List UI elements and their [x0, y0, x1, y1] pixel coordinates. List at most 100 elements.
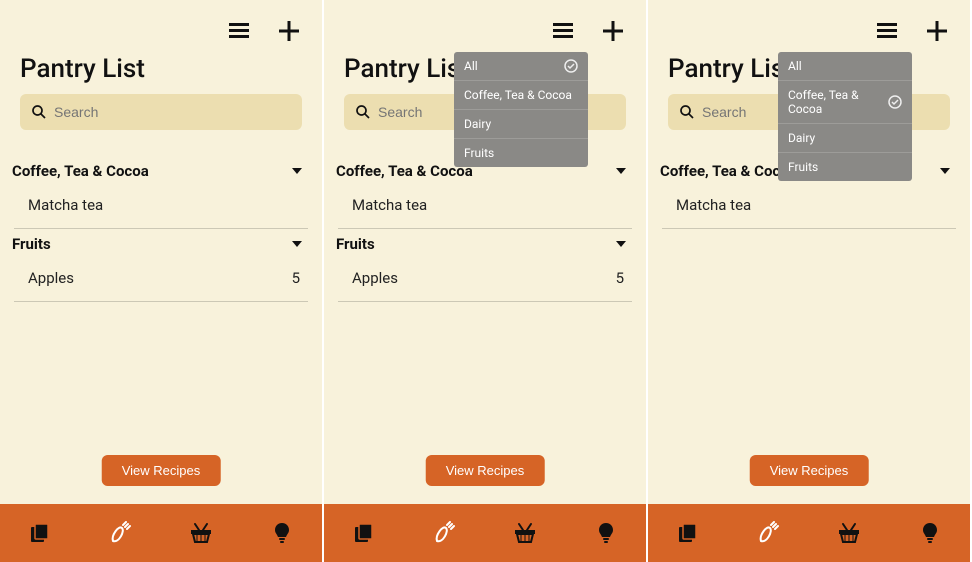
basket-icon: [513, 522, 537, 544]
search-input[interactable]: [54, 104, 290, 120]
add-button[interactable]: [600, 18, 626, 44]
nav-ideas[interactable]: [916, 519, 944, 547]
bottom-nav: [0, 504, 322, 562]
copy-icon: [29, 522, 51, 544]
basket-icon: [837, 522, 861, 544]
categories-list: Coffee, Tea & Cocoa Matcha tea Fruits Ap…: [324, 156, 646, 302]
filter-dropdown: All Coffee, Tea & Cocoa Dairy Fruits: [454, 52, 588, 167]
search-icon: [356, 105, 370, 119]
carrot-icon: [757, 521, 781, 545]
chevron-down-icon: [616, 168, 626, 174]
add-button[interactable]: [924, 18, 950, 44]
filter-option-coffee[interactable]: Coffee, Tea & Cocoa: [778, 81, 912, 124]
item-label: Matcha tea: [676, 196, 751, 214]
carrot-icon: [109, 521, 133, 545]
filter-option-label: Fruits: [464, 146, 494, 160]
nav-ideas[interactable]: [268, 519, 296, 547]
nav-pantry[interactable]: [431, 519, 459, 547]
menu-button[interactable]: [874, 18, 900, 44]
screen-3: Pantry List Coffee, Tea & Cocoa Matcha t…: [648, 0, 970, 562]
hamburger-icon: [553, 23, 573, 39]
category-name: Fruits: [336, 235, 375, 253]
filter-option-label: Coffee, Tea & Cocoa: [788, 88, 888, 116]
view-recipes-button[interactable]: View Recipes: [102, 455, 221, 486]
divider: [14, 301, 308, 302]
chevron-down-icon: [616, 241, 626, 247]
top-actions: [648, 0, 970, 52]
bottom-nav: [324, 504, 646, 562]
filter-option-label: Coffee, Tea & Cocoa: [464, 88, 572, 102]
list-item[interactable]: Apples 5: [324, 261, 646, 295]
nav-recipes[interactable]: [350, 519, 378, 547]
filter-option-fruits[interactable]: Fruits: [454, 139, 588, 167]
check-circle-icon: [564, 59, 578, 73]
screen-1: Pantry List Coffee, Tea & Cocoa Matcha t…: [0, 0, 322, 562]
carrot-icon: [433, 521, 457, 545]
search-icon: [32, 105, 46, 119]
add-button[interactable]: [276, 18, 302, 44]
lightbulb-icon: [597, 522, 615, 544]
item-label: Apples: [352, 269, 398, 287]
category-header[interactable]: Coffee, Tea & Cocoa: [0, 156, 322, 188]
filter-option-dairy[interactable]: Dairy: [454, 110, 588, 139]
filter-option-all[interactable]: All: [778, 52, 912, 81]
view-recipes-button[interactable]: View Recipes: [750, 455, 869, 486]
divider: [662, 228, 956, 229]
nav-shopping[interactable]: [511, 519, 539, 547]
nav-recipes[interactable]: [26, 519, 54, 547]
view-recipes-button[interactable]: View Recipes: [426, 455, 545, 486]
item-label: Matcha tea: [28, 196, 103, 214]
menu-button[interactable]: [550, 18, 576, 44]
chevron-down-icon: [292, 241, 302, 247]
screen-2: Pantry List Coffee, Tea & Cocoa Matcha t…: [324, 0, 646, 562]
copy-icon: [353, 522, 375, 544]
category-name: Coffee, Tea & Cocoa: [12, 162, 149, 180]
filter-option-label: All: [788, 59, 802, 73]
filter-option-dairy[interactable]: Dairy: [778, 124, 912, 153]
hamburger-icon: [877, 23, 897, 39]
nav-recipes[interactable]: [674, 519, 702, 547]
category-header[interactable]: Fruits: [0, 229, 322, 261]
list-item[interactable]: Matcha tea: [324, 188, 646, 222]
list-item[interactable]: Matcha tea: [0, 188, 322, 222]
category-name: Fruits: [12, 235, 51, 253]
nav-shopping[interactable]: [187, 519, 215, 547]
filter-option-label: Fruits: [788, 160, 818, 174]
list-item[interactable]: Apples 5: [0, 261, 322, 295]
category-name: Coffee, Tea & Cocoa: [660, 162, 797, 180]
filter-option-label: Dairy: [788, 131, 815, 145]
filter-option-coffee[interactable]: Coffee, Tea & Cocoa: [454, 81, 588, 110]
lightbulb-icon: [273, 522, 291, 544]
menu-button[interactable]: [226, 18, 252, 44]
plus-icon: [279, 21, 299, 41]
category-name: Coffee, Tea & Cocoa: [336, 162, 473, 180]
filter-option-all[interactable]: All: [454, 52, 588, 81]
item-qty: 5: [292, 269, 300, 287]
chevron-down-icon: [292, 168, 302, 174]
plus-icon: [603, 21, 623, 41]
list-item[interactable]: Matcha tea: [648, 188, 970, 222]
categories-list: Coffee, Tea & Cocoa Matcha tea Fruits Ap…: [0, 156, 322, 302]
plus-icon: [927, 21, 947, 41]
nav-pantry[interactable]: [107, 519, 135, 547]
copy-icon: [677, 522, 699, 544]
nav-shopping[interactable]: [835, 519, 863, 547]
filter-dropdown: All Coffee, Tea & Cocoa Dairy Fruits: [778, 52, 912, 181]
top-actions: [0, 0, 322, 52]
category-header[interactable]: Fruits: [324, 229, 646, 261]
bottom-nav: [648, 504, 970, 562]
search-bar[interactable]: [20, 94, 302, 130]
item-label: Apples: [28, 269, 74, 287]
nav-ideas[interactable]: [592, 519, 620, 547]
basket-icon: [189, 522, 213, 544]
divider: [338, 301, 632, 302]
filter-option-fruits[interactable]: Fruits: [778, 153, 912, 181]
chevron-down-icon: [940, 168, 950, 174]
filter-option-label: Dairy: [464, 117, 491, 131]
check-circle-icon: [888, 95, 902, 109]
top-actions: [324, 0, 646, 52]
nav-pantry[interactable]: [755, 519, 783, 547]
page-title: Pantry List: [0, 52, 322, 94]
item-qty: 5: [616, 269, 624, 287]
item-label: Matcha tea: [352, 196, 427, 214]
